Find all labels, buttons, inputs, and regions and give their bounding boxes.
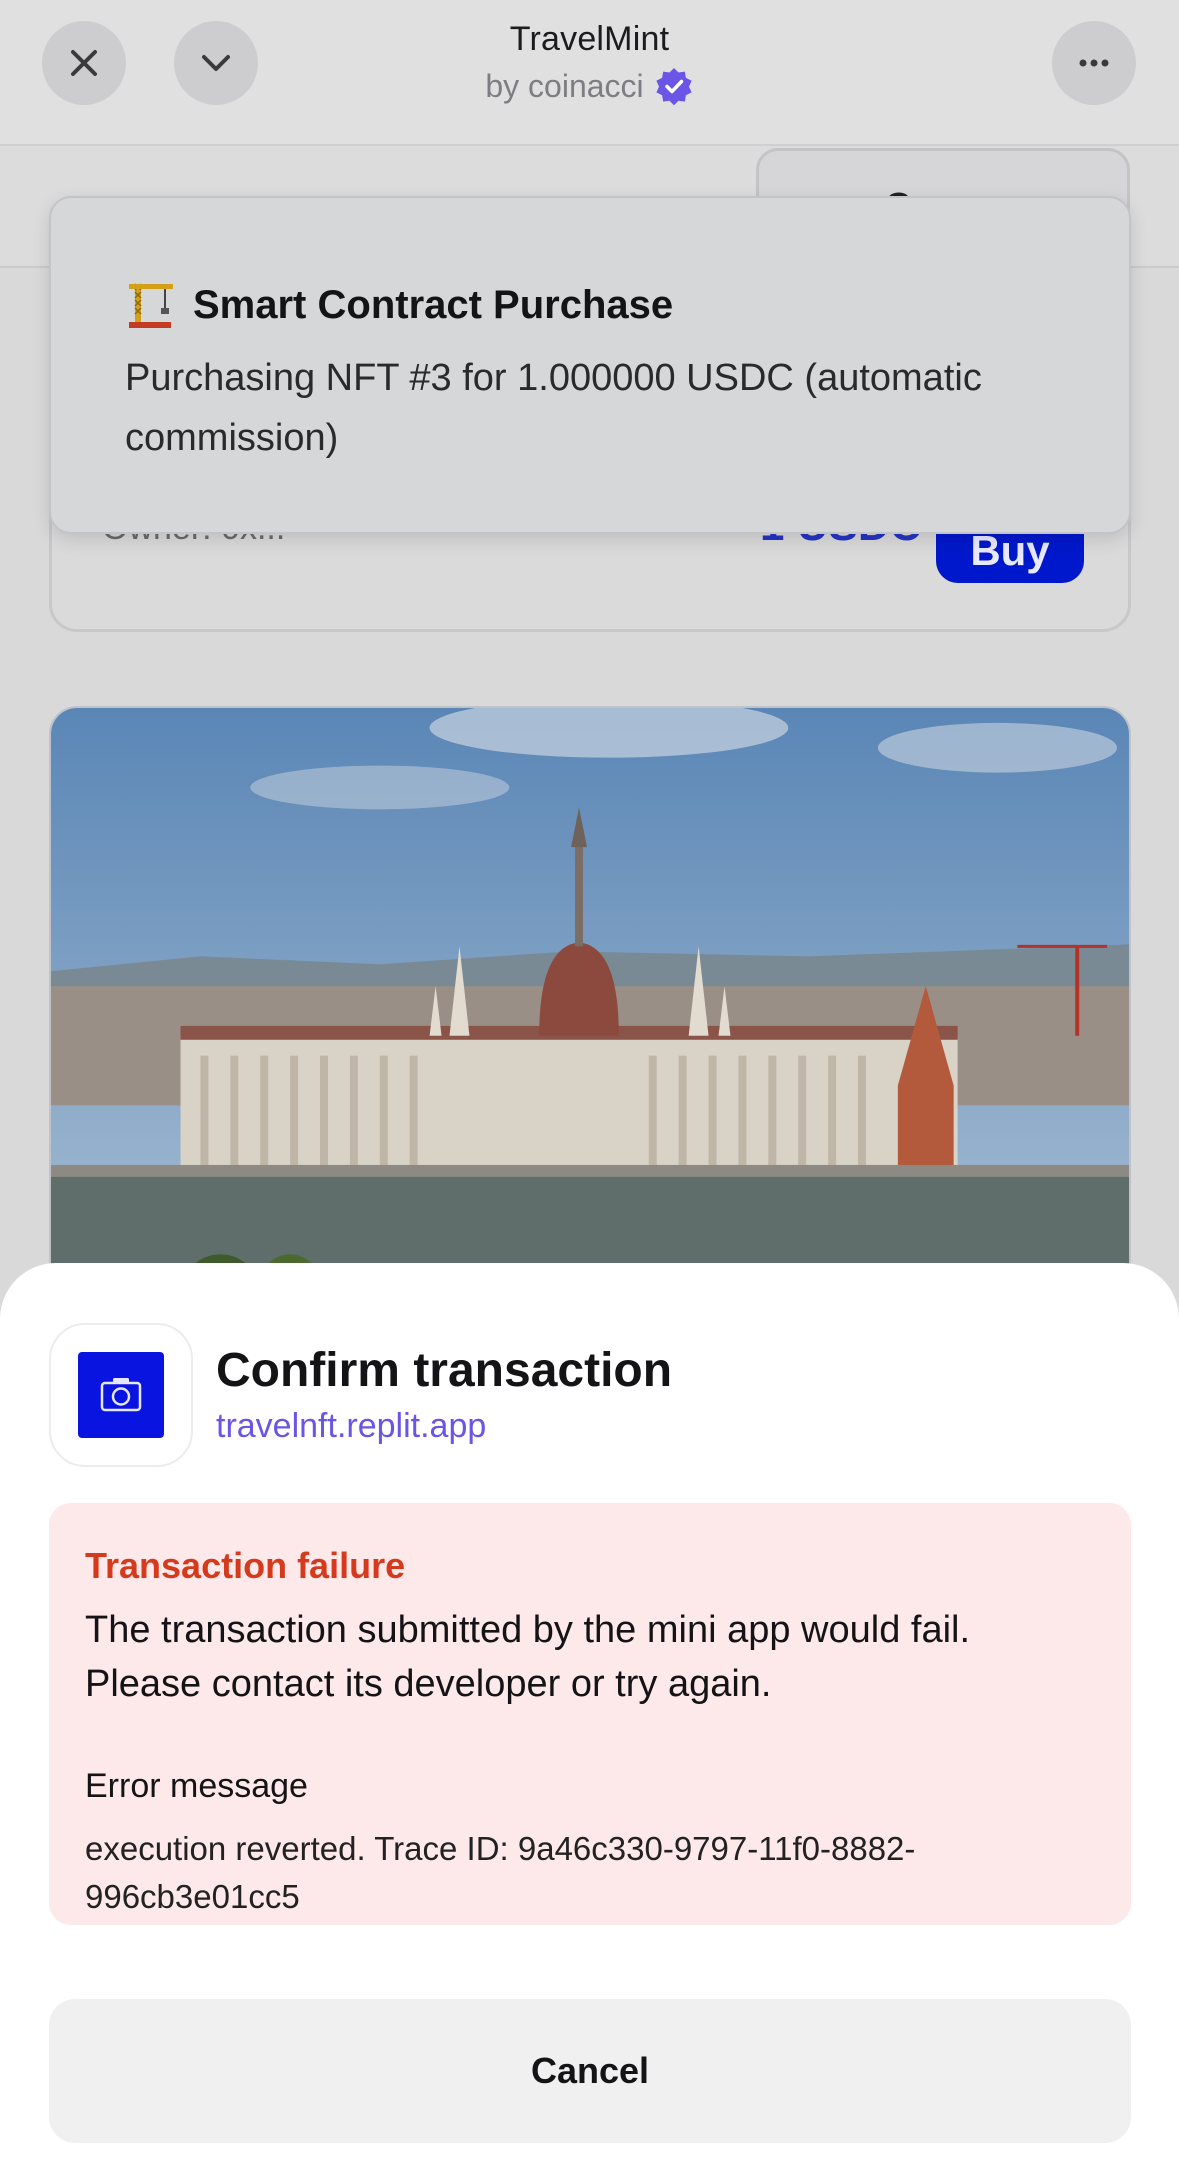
verified-badge-icon xyxy=(654,66,694,106)
app-icon xyxy=(49,1323,193,1467)
error-message-label: Error message xyxy=(85,1767,308,1805)
error-message: execution reverted. Trace ID: 9a46c330-9… xyxy=(85,1830,916,1915)
more-options-button[interactable] xyxy=(1052,21,1136,105)
app-subtitle: by coinacci xyxy=(0,66,1179,106)
toast-body: Purchasing NFT #3 for 1.000000 USDC (aut… xyxy=(125,357,982,459)
cancel-button[interactable]: Cancel xyxy=(49,1999,1131,2143)
app-title: TravelMint xyxy=(509,20,670,58)
top-bar: TravelMint by coinacci xyxy=(0,0,1179,146)
more-icon xyxy=(1079,59,1109,67)
error-description: The transaction submitted by the mini ap… xyxy=(85,1609,971,1705)
error-box: Transaction failure The transaction subm… xyxy=(49,1503,1131,1925)
developer-name: by coinacci xyxy=(485,67,644,104)
camera-icon xyxy=(100,1378,142,1412)
construction-crane-icon xyxy=(125,278,179,332)
confirm-transaction-sheet: Confirm transaction travelnft.replit.app… xyxy=(0,1263,1179,2173)
sheet-title: Confirm transaction xyxy=(216,1344,673,1397)
purchase-toast: Smart Contract Purchase Purchasing NFT #… xyxy=(49,196,1131,534)
app-domain-link[interactable]: travelnft.replit.app xyxy=(216,1407,486,1446)
nft-photo xyxy=(49,706,1131,1306)
toast-title: Smart Contract Purchase xyxy=(125,278,673,332)
error-title: Transaction failure xyxy=(85,1545,406,1586)
toast-title-text: Smart Contract Purchase xyxy=(193,282,674,327)
